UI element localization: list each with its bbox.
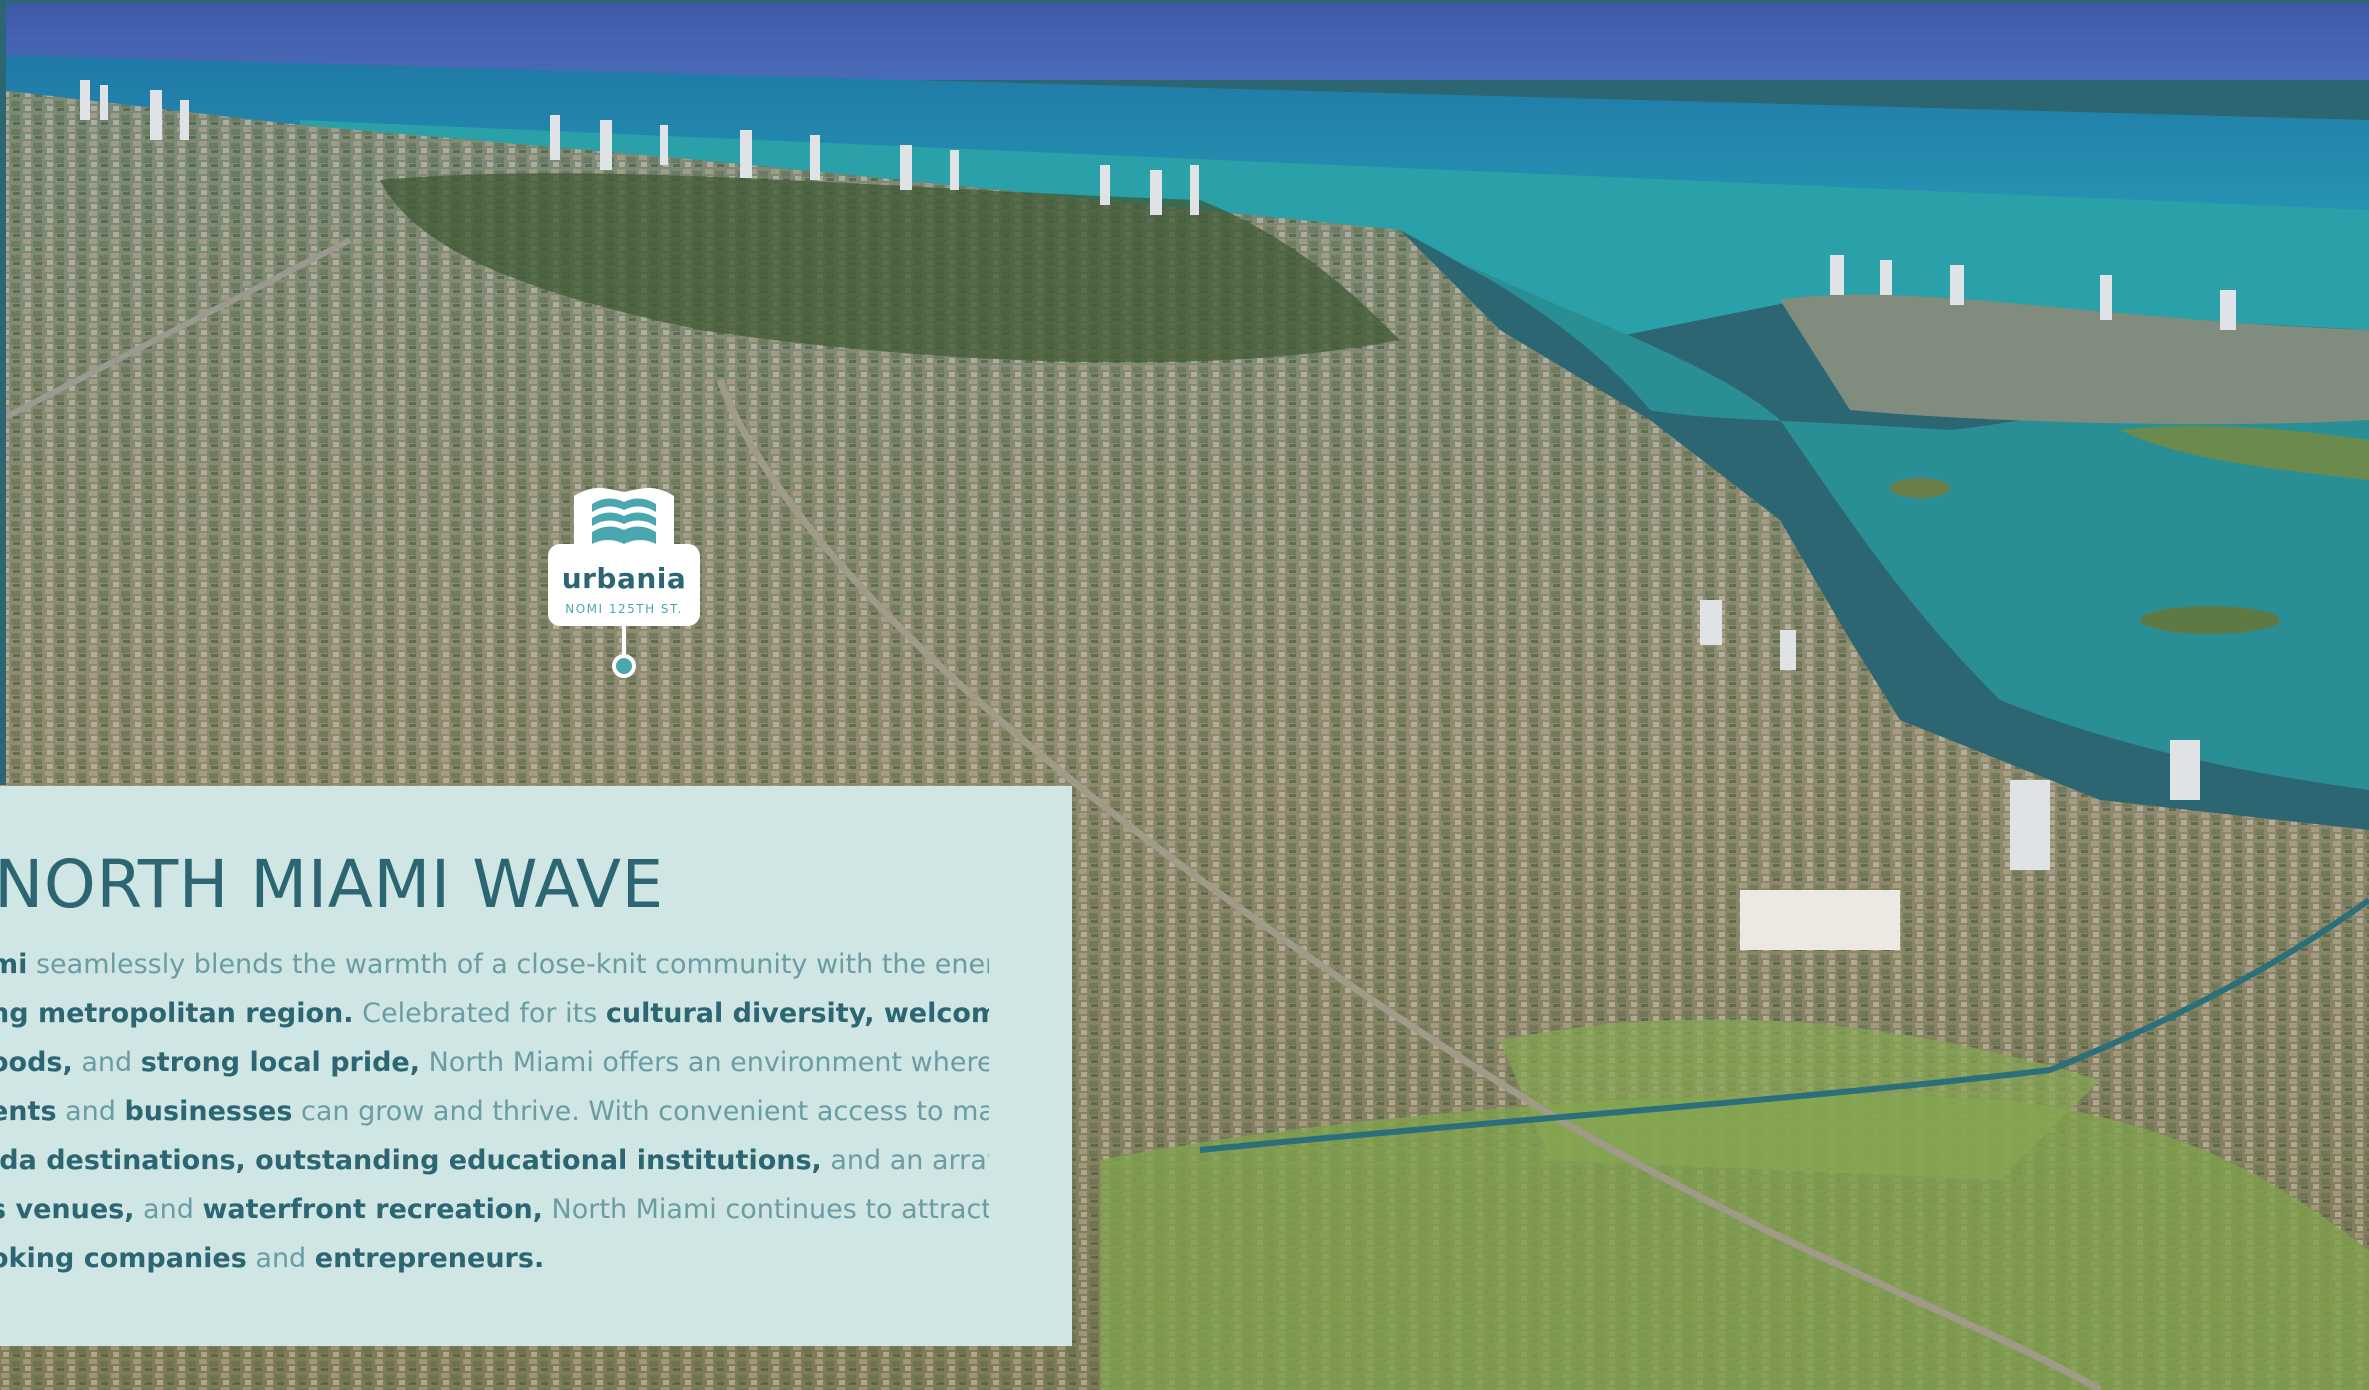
body-segment: businesses [124,1096,293,1127]
body-segment: seamlessly blends the warmth of a close-… [27,949,989,980]
body-line: ng metropolitan region. Celebrated for i… [0,989,989,1038]
body-line: mi seamlessly blends the warmth of a clo… [0,940,989,989]
body-segment: mi [0,949,28,980]
body-line: oods, and strong local pride, North Miam… [0,1038,989,1087]
pin-address: NOMI 125TH ST. [565,602,683,616]
body-segment: ida destinations, outstanding educationa… [0,1145,822,1176]
panel-title: NORTH MIAMI WAVE [0,846,664,923]
body-segment: s venues, [0,1194,135,1225]
panel-body-text: mi seamlessly blends the warmth of a clo… [0,940,989,1283]
body-segment: and [246,1243,315,1274]
body-segment: oking companies [0,1243,247,1274]
body-segment: oods, [0,1047,73,1078]
info-panel: NORTH MIAMI WAVE mi seamlessly blends th… [0,786,1072,1346]
body-line: ents and businesses can grow and thrive.… [0,1087,989,1136]
body-segment: North Miami continues to attract [542,1194,989,1225]
body-segment: and [72,1047,141,1078]
body-line: s venues, and waterfront recreation, Nor… [0,1185,989,1234]
pin-brand-name: urbania [561,562,687,595]
body-line: ida destinations, outstanding educationa… [0,1136,989,1185]
body-line: oking companies and entrepreneurs. [0,1234,989,1283]
body-segment: and [56,1096,125,1127]
body-segment: ng metropolitan region. [0,998,354,1029]
body-segment: and an array of [830,1145,989,1176]
body-segment: Celebrated for its [353,998,606,1029]
location-pin[interactable]: urbania NOMI 125TH ST. [548,484,700,684]
frame-top-border [0,0,2369,3]
body-segment: entrepreneurs. [314,1243,545,1274]
waves-logo-icon [592,498,656,544]
body-segment: strong local pride, [140,1047,421,1078]
body-segment: cultural diversity, welcoming [605,998,989,1029]
body-segment: ents [0,1096,57,1127]
body-segment: North Miami offers an environment where [420,1047,989,1078]
body-segment: and [134,1194,203,1225]
pin-marker-dot [612,654,636,678]
body-segment: can grow and thrive. With convenient acc… [292,1096,989,1127]
body-segment: waterfront recreation, [202,1194,543,1225]
frame-left-border [0,0,6,785]
